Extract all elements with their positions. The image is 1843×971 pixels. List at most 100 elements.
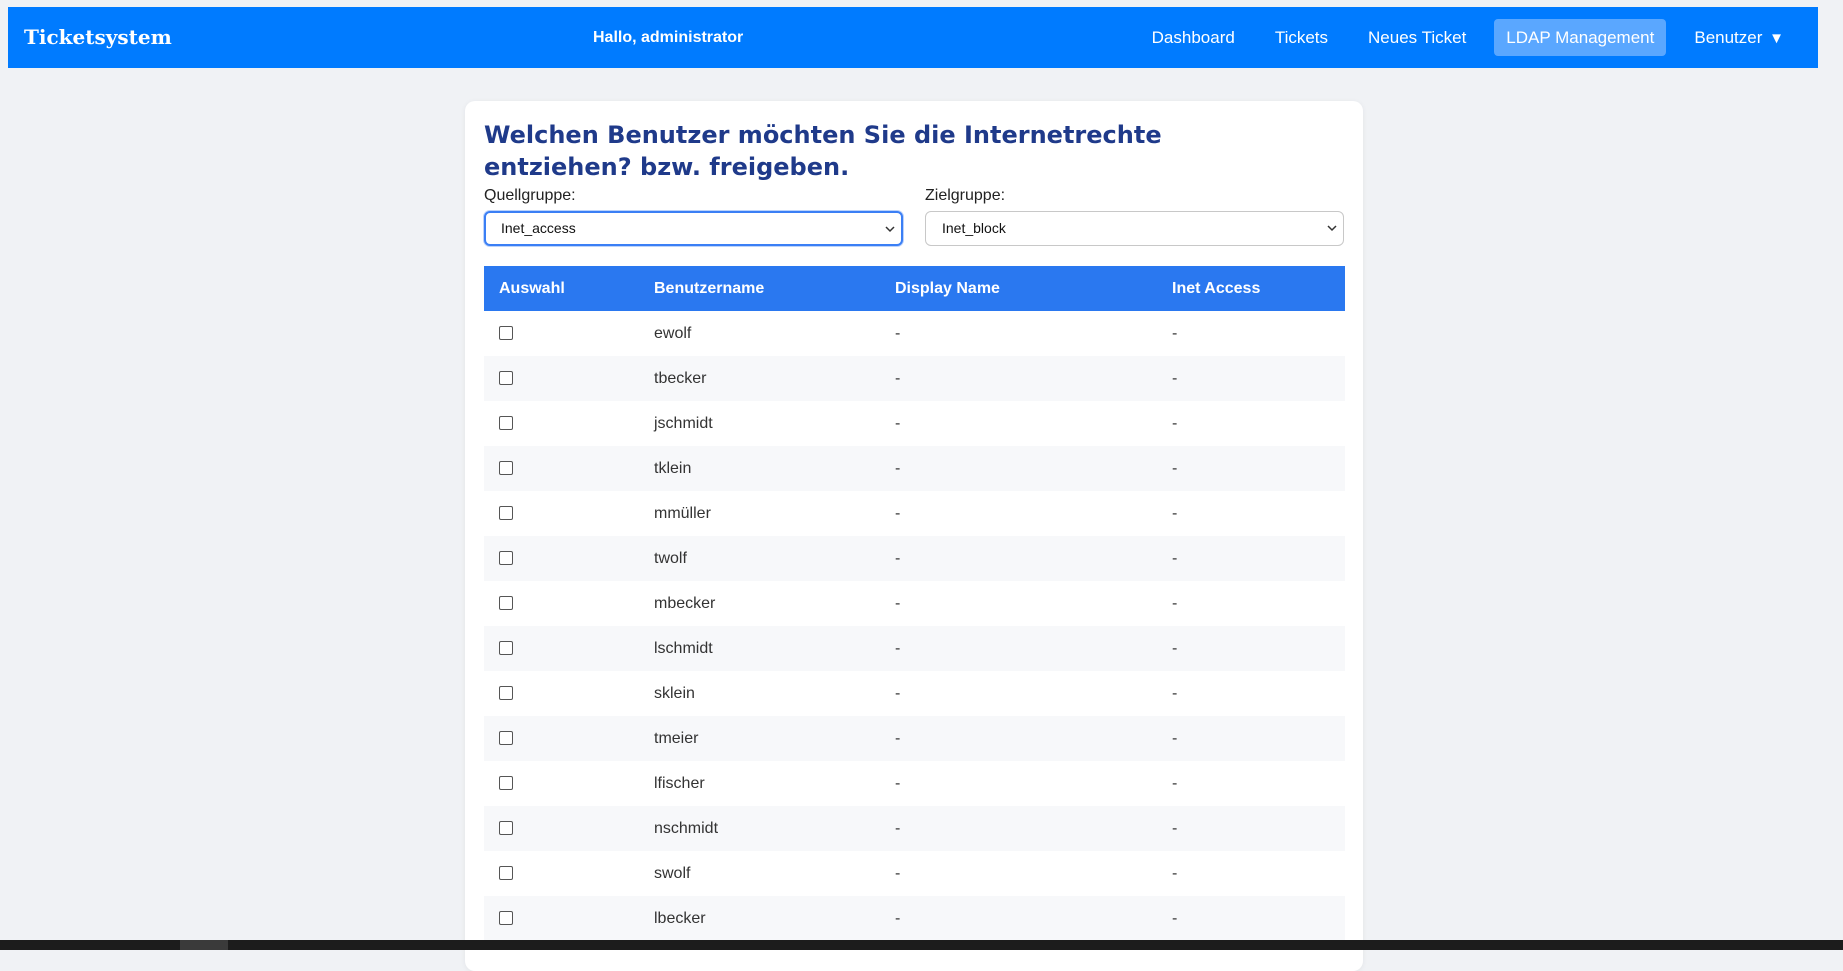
chevron-down-icon	[885, 213, 895, 258]
username-cell: twolf	[639, 536, 880, 581]
source-group-label: Quellgruppe:	[484, 187, 576, 204]
table-row: sklein - -	[484, 671, 1345, 716]
inet-access-cell: -	[1172, 414, 1178, 432]
table-row: mmüller - -	[484, 491, 1345, 536]
row-select-checkbox[interactable]	[499, 551, 513, 566]
row-select-cell	[484, 716, 639, 761]
display-name-cell: -	[895, 504, 901, 522]
inet-access-cell: -	[1157, 716, 1345, 761]
table-row: tmeier - -	[484, 716, 1345, 761]
inet-access-cell: -	[1172, 864, 1178, 882]
row-select-checkbox[interactable]	[499, 866, 513, 881]
row-select-checkbox[interactable]	[499, 596, 513, 611]
inet-access-cell: -	[1172, 774, 1178, 792]
column-header-select: Auswahl	[484, 266, 639, 311]
table-row: lbecker - -	[484, 896, 1345, 941]
inet-access-cell: -	[1157, 806, 1345, 851]
row-select-cell	[484, 491, 639, 536]
caret-down-icon: ▼	[1769, 30, 1784, 47]
table-row: ewolf - -	[484, 311, 1345, 356]
brand-title[interactable]: Ticketsystem	[24, 7, 172, 68]
username-cell: tklein	[639, 446, 880, 491]
users-table: Auswahl Benutzername Display Name Inet A…	[484, 266, 1345, 941]
display-name-cell: -	[880, 536, 1157, 581]
display-name-cell: -	[880, 716, 1157, 761]
row-select-checkbox[interactable]	[499, 641, 513, 656]
table-row: tklein - -	[484, 446, 1345, 491]
row-select-checkbox[interactable]	[499, 416, 513, 431]
table-row: tbecker - -	[484, 356, 1345, 401]
display-name-cell: -	[880, 896, 1157, 941]
chevron-down-icon	[1327, 212, 1337, 258]
nav-user-menu[interactable]: Benutzer ▼	[1682, 19, 1796, 56]
row-select-checkbox[interactable]	[499, 731, 513, 746]
table-row: jschmidt - -	[484, 401, 1345, 446]
row-select-cell	[484, 401, 639, 446]
username-cell: lfischer	[654, 774, 705, 792]
taskbar	[0, 940, 1843, 950]
display-name-cell: -	[895, 594, 901, 612]
table-row: lschmidt - -	[484, 626, 1345, 671]
display-name-cell: -	[895, 864, 901, 882]
column-header-display-name: Display Name	[880, 266, 1157, 311]
username-cell: nschmidt	[639, 806, 880, 851]
source-group-select[interactable]: Inet_access	[484, 211, 903, 246]
target-group-select[interactable]: Inet_block	[925, 211, 1344, 246]
username-cell: mmüller	[654, 504, 711, 522]
row-select-cell	[484, 536, 639, 581]
username-cell: ewolf	[654, 324, 692, 342]
row-select-cell	[484, 446, 639, 491]
row-select-checkbox[interactable]	[499, 821, 513, 836]
table-row: nschmidt - -	[484, 806, 1345, 851]
source-group-value: Inet_access	[501, 220, 576, 236]
column-header-inet-access: Inet Access	[1157, 266, 1345, 311]
username-cell: lbecker	[639, 896, 880, 941]
scrollbar[interactable]	[1831, 0, 1843, 940]
row-select-checkbox[interactable]	[499, 776, 513, 791]
nav-link-tickets[interactable]: Tickets	[1263, 19, 1340, 56]
table-header-row: Auswahl Benutzername Display Name Inet A…	[484, 266, 1345, 311]
inet-access-cell: -	[1172, 594, 1178, 612]
row-select-cell	[484, 806, 639, 851]
username-cell: jschmidt	[654, 414, 713, 432]
inet-access-cell: -	[1172, 324, 1178, 342]
row-select-checkbox[interactable]	[499, 686, 513, 701]
row-select-checkbox[interactable]	[499, 326, 513, 341]
nav-links: Dashboard Tickets Neues Ticket LDAP Mana…	[1124, 19, 1796, 56]
display-name-cell: -	[895, 324, 901, 342]
username-cell: tmeier	[639, 716, 880, 761]
nav-link-dashboard[interactable]: Dashboard	[1140, 19, 1247, 56]
row-select-cell	[484, 671, 639, 716]
taskbar-app-button[interactable]	[180, 940, 228, 950]
target-group-label: Zielgruppe:	[925, 187, 1006, 204]
inet-access-cell: -	[1172, 504, 1178, 522]
display-name-cell: -	[880, 806, 1157, 851]
nav-user-menu-label: Benutzer	[1694, 28, 1763, 47]
row-select-cell	[484, 851, 639, 896]
row-select-cell	[484, 356, 639, 401]
inet-access-cell: -	[1157, 626, 1345, 671]
row-select-cell	[484, 311, 639, 356]
target-group-value: Inet_block	[942, 220, 1006, 236]
row-select-checkbox[interactable]	[499, 371, 513, 386]
username-cell: tbecker	[639, 356, 880, 401]
row-select-checkbox[interactable]	[499, 506, 513, 521]
top-navbar: Ticketsystem Hallo, administrator Dashbo…	[8, 7, 1818, 68]
display-name-cell: -	[895, 684, 901, 702]
nav-link-ldap-management[interactable]: LDAP Management	[1494, 19, 1667, 56]
row-select-cell	[484, 761, 639, 806]
table-row: swolf - -	[484, 851, 1345, 896]
column-header-username: Benutzername	[639, 266, 880, 311]
table-row: lfischer - -	[484, 761, 1345, 806]
inet-access-cell: -	[1157, 356, 1345, 401]
row-select-checkbox[interactable]	[499, 461, 513, 476]
username-cell: sklein	[654, 684, 695, 702]
greeting-text: Hallo, administrator	[593, 29, 744, 46]
inet-access-cell: -	[1157, 536, 1345, 581]
row-select-checkbox[interactable]	[499, 911, 513, 926]
row-select-cell	[484, 626, 639, 671]
nav-link-new-ticket[interactable]: Neues Ticket	[1356, 19, 1478, 56]
table-body: ewolf - - tbecker - - jschmidt - - tklein - - mmülle…	[484, 311, 1345, 941]
table-row: mbecker - -	[484, 581, 1345, 626]
username-cell: mbecker	[654, 594, 716, 612]
